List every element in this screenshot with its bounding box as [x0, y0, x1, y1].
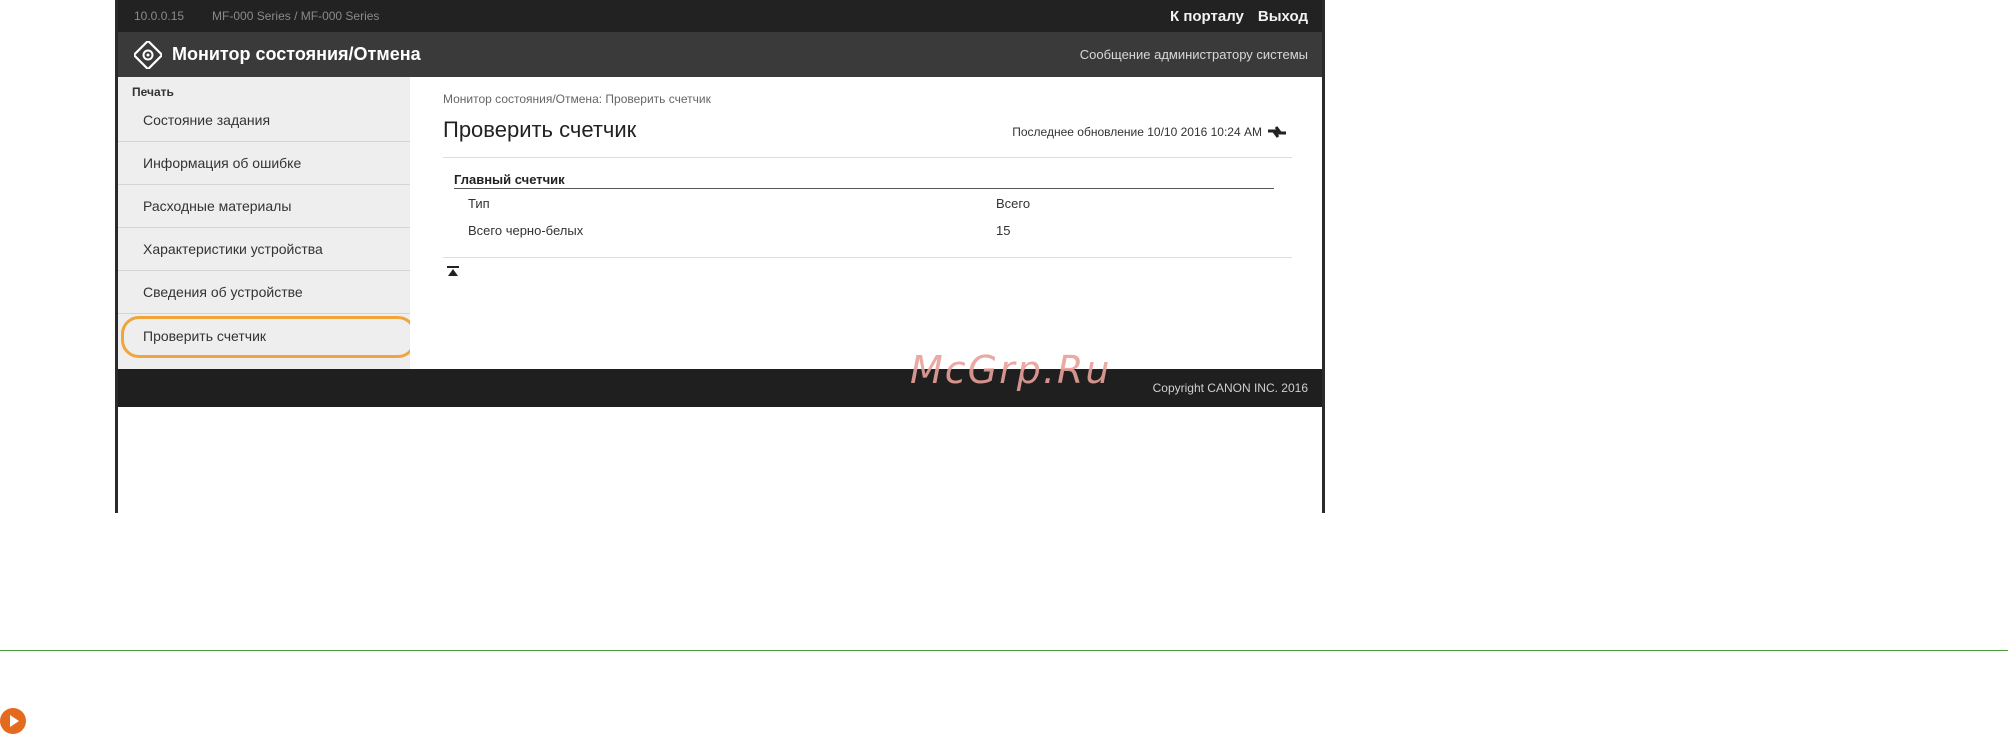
top-links: К порталу Выход: [1170, 8, 1308, 25]
title-group: Монитор состояния/Отмена: [134, 40, 421, 69]
main-content: Монитор состояния/Отмена: Проверить счет…: [410, 77, 1322, 369]
sidebar-item-consumables[interactable]: Расходные материалы: [118, 185, 410, 228]
sidebar-item-label: Информация об ошибке: [143, 155, 302, 171]
page-title: Монитор состояния/Отмена: [172, 44, 421, 64]
sidebar-group-label: Печать: [132, 85, 174, 99]
device-info: 10.0.0.15 MF-000 Series / MF-000 Series: [134, 9, 379, 23]
logout-link[interactable]: Выход: [1258, 8, 1308, 25]
device-model: MF-000 Series / MF-000 Series: [212, 9, 380, 23]
column-header-total: Всего: [996, 196, 1031, 211]
refresh-icon[interactable]: [1264, 119, 1290, 145]
device-address: 10.0.0.15: [134, 9, 185, 23]
back-to-top-icon[interactable]: [446, 265, 460, 279]
play-bullet-icon: [0, 708, 26, 734]
sidebar-item-error-info[interactable]: Информация об ошибке: [118, 142, 410, 185]
browser-screenshot: 10.0.0.15 MF-000 Series / MF-000 Series …: [115, 0, 1325, 513]
title-bar: Монитор состояния/Отмена Сообщение админ…: [118, 32, 1322, 77]
breadcrumb: Монитор состояния/Отмена: Проверить счет…: [443, 92, 711, 106]
sidebar-item-device-features[interactable]: Характеристики устройства: [118, 228, 410, 271]
cell-type: Всего черно-белых: [468, 223, 584, 238]
sidebar-item-device-info[interactable]: Сведения об устройстве: [118, 271, 410, 314]
sidebar-item-check-counter[interactable]: Проверить счетчик: [118, 314, 416, 358]
content-heading: Проверить счетчик: [443, 117, 637, 142]
highlight-outline: [121, 316, 416, 358]
divider: [443, 157, 1292, 158]
portal-link[interactable]: К порталу: [1170, 8, 1244, 25]
sidebar-item-label: Характеристики устройства: [143, 241, 323, 257]
table-header-row: Тип Всего: [468, 196, 1274, 211]
last-update-text: Последнее обновление 10/10 2016 10:24 AM: [1012, 125, 1262, 139]
sidebar-item-label: Расходные материалы: [143, 198, 292, 214]
copyright-text: Copyright CANON INC. 2016: [1152, 381, 1308, 395]
table-title: Главный счетчик: [454, 172, 565, 187]
footer: Copyright CANON INC. 2016: [118, 369, 1322, 407]
top-bar: 10.0.0.15 MF-000 Series / MF-000 Series …: [118, 0, 1322, 32]
column-header-type: Тип: [468, 196, 490, 211]
section-separator: [0, 650, 2008, 651]
sidebar-item-label: Состояние задания: [143, 112, 271, 128]
watermark-text: McGrp.Ru: [910, 348, 1112, 392]
divider: [443, 257, 1292, 258]
status-monitor-icon: [134, 40, 162, 69]
sidebar: Печать Состояние задания Информация об о…: [118, 77, 416, 369]
table-row: Всего черно-белых 15: [468, 223, 1274, 238]
sidebar-item-job-status[interactable]: Состояние задания: [118, 99, 410, 142]
sidebar-item-label: Сведения об устройстве: [143, 284, 303, 300]
cell-total: 15: [996, 223, 1011, 238]
table-divider: [454, 188, 1274, 189]
admin-message-link[interactable]: Сообщение администратору системы: [1080, 47, 1308, 62]
